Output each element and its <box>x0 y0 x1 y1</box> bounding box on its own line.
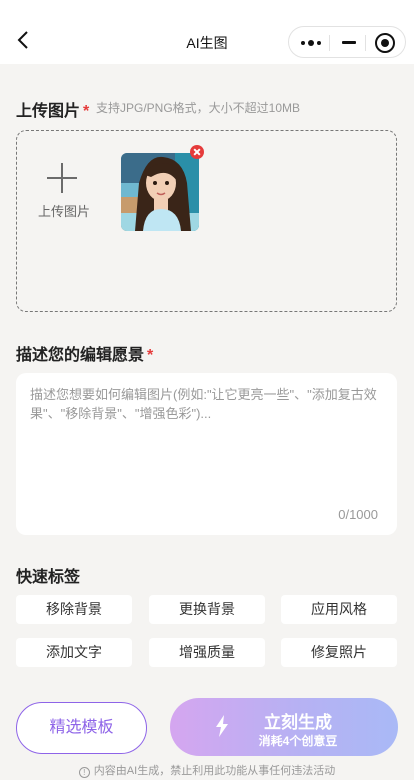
delete-image-icon[interactable] <box>190 145 204 159</box>
tag-replace-background[interactable]: 更换背景 <box>149 595 265 624</box>
tag-apply-style[interactable]: 应用风格 <box>281 595 397 624</box>
plus-icon <box>47 163 77 193</box>
character-counter: 0/1000 <box>338 507 378 522</box>
anime-girl-portrait-photo <box>121 153 199 231</box>
upload-image-button[interactable]: 上传图片 <box>33 159 95 229</box>
generate-cost: 消耗4个创意豆 <box>258 734 338 748</box>
quick-tags-title: 快速标签 <box>16 569 81 586</box>
description-section-title: 描述您的编辑愿景 * <box>16 347 154 364</box>
more-dots-icon[interactable] <box>301 37 323 49</box>
upload-area: 上传图片 <box>16 130 397 312</box>
required-mark: * <box>147 347 154 364</box>
disclaimer: ! 内容由AI生成，禁止利用此功能从事任何违法活动 <box>0 762 414 778</box>
capsule-divider <box>329 35 330 51</box>
upload-button-label: 上传图片 <box>37 204 90 219</box>
description-box: 0/1000 <box>16 373 397 535</box>
mini-program-capsule <box>288 26 406 58</box>
generate-button[interactable]: 立刻生成 消耗4个创意豆 <box>170 698 398 756</box>
tag-enhance-quality[interactable]: 增强质量 <box>149 638 265 667</box>
featured-templates-button[interactable]: 精选模板 <box>16 702 147 754</box>
tag-repair-photo[interactable]: 修复照片 <box>281 638 397 667</box>
navbar: AI生图 <box>0 0 414 64</box>
edit-vision-input[interactable] <box>16 373 397 503</box>
minimize-icon[interactable] <box>342 41 356 44</box>
upload-section-title: 上传图片 * <box>16 103 90 120</box>
generate-label: 立刻生成 <box>264 713 332 732</box>
capsule-divider <box>365 35 366 51</box>
required-mark: * <box>83 103 90 120</box>
uploaded-image-thumbnail[interactable] <box>121 153 199 231</box>
tag-remove-background[interactable]: 移除背景 <box>16 595 132 624</box>
upload-hint: 支持JPG/PNG格式，大小不超过10MB <box>96 101 301 115</box>
info-icon: ! <box>78 767 90 778</box>
tag-add-text[interactable]: 添加文字 <box>16 638 132 667</box>
lightning-icon <box>216 715 228 737</box>
target-circle-icon[interactable] <box>375 33 395 53</box>
